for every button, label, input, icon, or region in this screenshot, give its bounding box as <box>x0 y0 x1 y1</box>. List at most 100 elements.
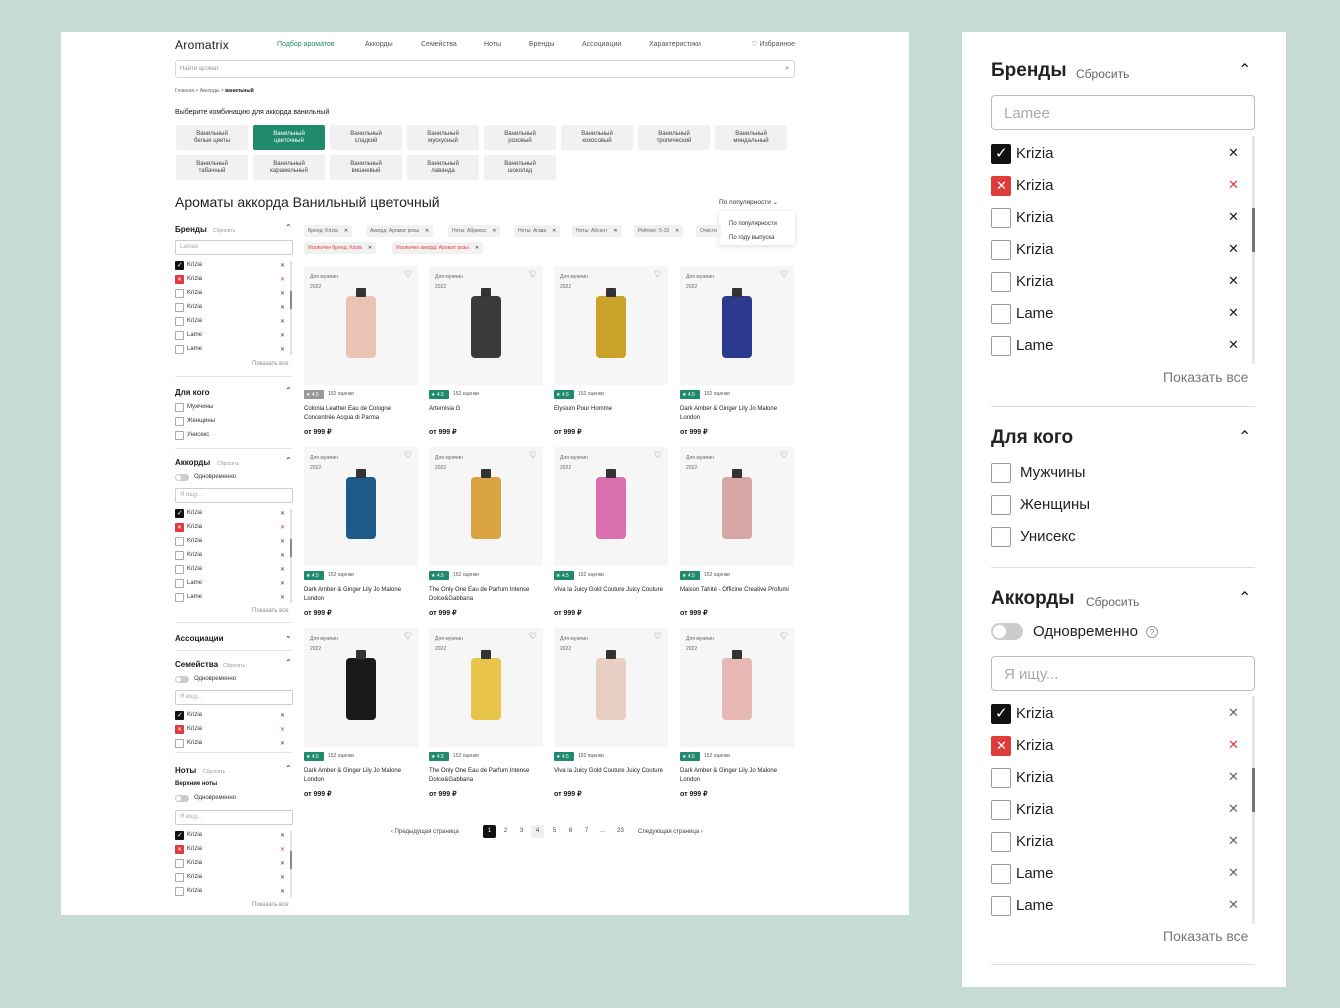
remove-option-icon[interactable]: ✕ <box>280 874 285 881</box>
filter-checkbox[interactable] <box>175 537 184 546</box>
remove-option-icon[interactable]: ✕ <box>280 510 285 517</box>
remove-option-icon[interactable]: ✕ <box>280 346 285 353</box>
product-card[interactable]: Для мужчин 2022 ♡ ★ 4.5 152 оценки Maison Tah… <box>680 447 794 625</box>
close-icon[interactable]: ✕ <box>344 228 348 234</box>
families-simultaneous-toggle[interactable] <box>175 676 189 683</box>
scrollbar-thumb[interactable] <box>290 291 292 309</box>
remove-option-icon[interactable]: ✕ <box>1228 145 1239 161</box>
nav-selection[interactable]: Подбор ароматов <box>277 41 335 48</box>
scrollbar-thumb[interactable] <box>1252 768 1255 812</box>
accords-reset[interactable]: Сбросить <box>217 461 239 467</box>
product-image[interactable]: Для мужчин 2022 ♡ <box>554 628 668 747</box>
zoom-brands-show-all[interactable]: Показать все <box>1163 369 1248 385</box>
filter-checkbox[interactable] <box>991 800 1011 820</box>
page-number[interactable]: 23 <box>614 825 627 838</box>
heart-icon[interactable]: ♡ <box>404 269 412 280</box>
page-number[interactable]: 6 <box>564 825 577 838</box>
combo-chip[interactable]: Ванильный табачный <box>176 155 248 180</box>
product-name[interactable]: Artemisia G <box>429 405 541 414</box>
excluded-tag[interactable]: Исключен аккорд: Аромат розы ✕ <box>392 242 484 254</box>
filter-checkbox[interactable] <box>175 845 184 854</box>
product-name[interactable]: Dark Amber & Ginger Lily Jo Malone Londo… <box>680 767 792 785</box>
heart-icon[interactable]: ♡ <box>780 631 788 642</box>
remove-option-icon[interactable]: ✕ <box>280 318 285 325</box>
associations-title[interactable]: Ассоциации <box>175 634 224 643</box>
combo-chip[interactable]: Ванильный белые цветы <box>176 125 248 150</box>
nav-notes[interactable]: Ноты <box>484 41 501 48</box>
families-search-input[interactable]: Я ищу... <box>175 690 293 705</box>
product-image[interactable]: Для мужчин 2022 ♡ <box>304 266 418 385</box>
notes-simultaneous-toggle[interactable] <box>175 795 189 802</box>
product-card[interactable]: Для мужчин 2022 ♡ ★ 4.5 152 оценки Dark Amber… <box>304 628 418 806</box>
remove-option-icon[interactable]: ✕ <box>1228 865 1239 881</box>
heart-icon[interactable]: ♡ <box>654 631 662 642</box>
filter-checkbox[interactable] <box>175 711 184 720</box>
combo-chip[interactable]: Ванильный карамельный <box>253 155 325 180</box>
product-name[interactable]: Dark Amber & Ginger Lily Jo Malone Londo… <box>304 586 416 604</box>
remove-option-icon[interactable]: ✕ <box>1228 737 1239 753</box>
accords-simultaneous-toggle[interactable] <box>175 474 189 481</box>
product-name[interactable]: Dark Amber & Ginger Lily Jo Malone Londo… <box>304 767 416 785</box>
filter-checkbox[interactable] <box>991 527 1011 547</box>
filter-checkbox[interactable] <box>991 240 1011 260</box>
close-icon[interactable]: ✕ <box>425 228 429 234</box>
filter-checkbox[interactable] <box>175 431 184 440</box>
zoom-brands-search-input[interactable]: Lamee <box>991 95 1255 130</box>
families-reset[interactable]: Сбросить <box>223 663 245 669</box>
filter-tag[interactable]: Рейтинг: 5-10 ✕ <box>634 225 684 237</box>
heart-icon[interactable]: ♡ <box>529 631 537 642</box>
nav-brands[interactable]: Бренды <box>529 41 554 48</box>
combo-chip[interactable]: Ванильный тропический <box>638 125 710 150</box>
scrollbar[interactable] <box>290 509 292 603</box>
logo[interactable]: Aromatrix <box>175 38 229 52</box>
heart-icon[interactable]: ♡ <box>529 450 537 461</box>
brands-reset[interactable]: Сбросить <box>213 228 235 234</box>
filter-checkbox[interactable] <box>175 565 184 574</box>
combo-chip[interactable]: Ванильный шоколад <box>484 155 556 180</box>
product-image[interactable]: Для мужчин 2022 ♡ <box>304 628 418 747</box>
scrollbar[interactable] <box>290 831 292 897</box>
chevron-down-icon[interactable]: ⌃ <box>285 630 292 639</box>
product-card[interactable]: Для мужчин 2022 ♡ ★ 4.5 152 оценки Elysium Po… <box>554 266 668 444</box>
scrollbar[interactable] <box>290 261 292 355</box>
chevron-up-icon[interactable]: ⌃ <box>285 658 292 667</box>
close-icon[interactable]: ✕ <box>613 228 617 234</box>
filter-checkbox[interactable] <box>991 864 1011 884</box>
zoom-brands-reset[interactable]: Сбросить <box>1076 67 1129 81</box>
filter-checkbox[interactable] <box>991 768 1011 788</box>
accords-show-all[interactable]: Показать все <box>252 608 289 614</box>
combo-chip[interactable]: Ванильный миндальный <box>715 125 787 150</box>
remove-option-icon[interactable]: ✕ <box>1228 177 1239 193</box>
scrollbar-thumb[interactable] <box>1252 208 1255 252</box>
nav-accords[interactable]: Аккорды <box>365 41 393 48</box>
remove-option-icon[interactable]: ✕ <box>280 594 285 601</box>
page-number[interactable]: 3 <box>515 825 528 838</box>
product-image[interactable]: Для мужчин 2022 ♡ <box>429 447 543 566</box>
page-number[interactable]: 4 <box>531 825 544 838</box>
filter-checkbox[interactable] <box>175 331 184 340</box>
remove-option-icon[interactable]: ✕ <box>1228 241 1239 257</box>
remove-option-icon[interactable]: ✕ <box>1228 305 1239 321</box>
remove-option-icon[interactable]: ✕ <box>1228 801 1239 817</box>
product-image[interactable]: Для мужчин 2022 ♡ <box>554 447 668 566</box>
filter-checkbox[interactable] <box>175 317 184 326</box>
remove-option-icon[interactable]: ✕ <box>1228 769 1239 785</box>
heart-icon[interactable]: ♡ <box>654 269 662 280</box>
filter-checkbox[interactable] <box>991 304 1011 324</box>
notes-search-input[interactable]: Я ищу... <box>175 810 293 825</box>
excluded-tag[interactable]: Исключен бренд: Krizia ✕ <box>304 242 377 254</box>
product-card[interactable]: Для мужчин 2022 ♡ ★ 4.5 152 оценки Dark Amber… <box>304 447 418 625</box>
remove-option-icon[interactable]: ✕ <box>1228 897 1239 913</box>
remove-option-icon[interactable]: ✕ <box>280 888 285 895</box>
remove-option-icon[interactable]: ✕ <box>280 860 285 867</box>
combo-chip[interactable]: Ванильный вишневый <box>330 155 402 180</box>
remove-option-icon[interactable]: ✕ <box>280 538 285 545</box>
product-name[interactable]: Maison Tahité - Officine Creative Profum… <box>680 586 792 595</box>
filter-checkbox[interactable] <box>175 551 184 560</box>
product-card[interactable]: Для мужчин 2022 ♡ ★ 4.5 152 оценки Artemisia … <box>429 266 543 444</box>
nav-associations[interactable]: Ассоциации <box>582 41 621 48</box>
breadcrumb-section[interactable]: Аккорды <box>200 88 220 94</box>
filter-checkbox[interactable] <box>991 832 1011 852</box>
remove-option-icon[interactable]: ✕ <box>280 832 285 839</box>
search-input[interactable]: Найти аромат ⌕ <box>175 60 795 78</box>
